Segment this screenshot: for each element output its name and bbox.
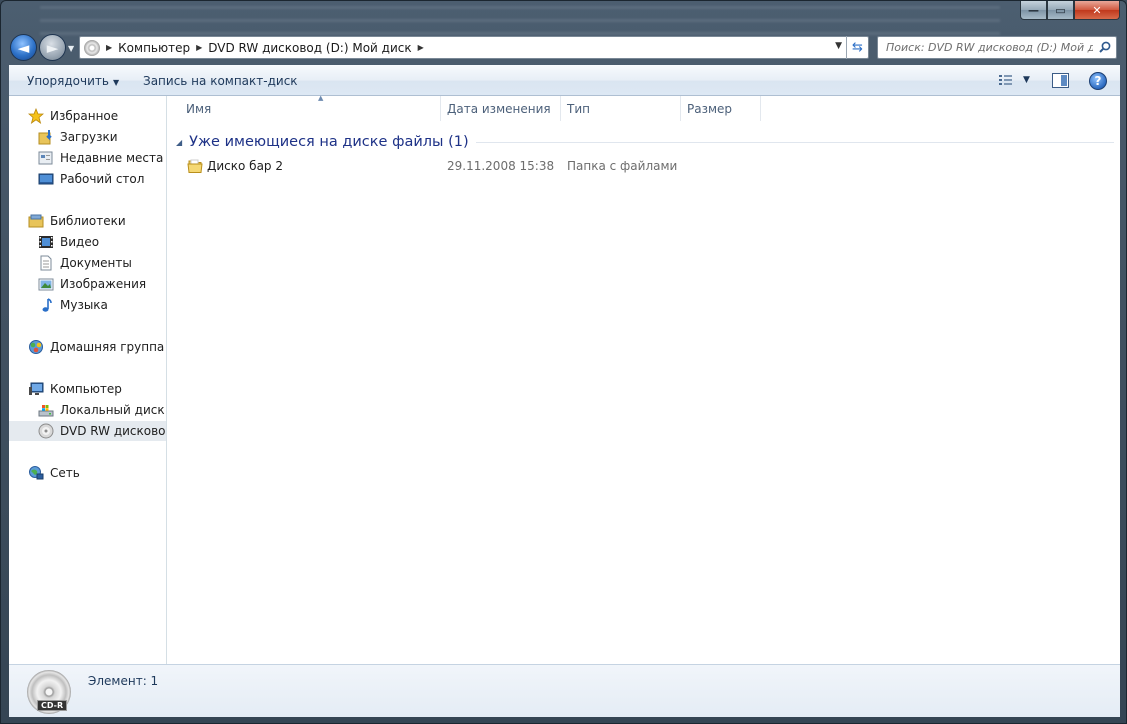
video-icon <box>38 234 54 250</box>
sidebar-item-label: DVD RW дисковод ( <box>60 424 166 438</box>
sidebar-item-homegroup[interactable]: Домашняя группа <box>28 337 164 357</box>
breadcrumb-dvd-drive[interactable]: DVD RW дисковод (D:) Мой диск <box>208 41 411 55</box>
sidebar-item-label: Домашняя группа <box>50 340 165 354</box>
sidebar-item-downloads[interactable]: Загрузки <box>38 127 118 147</box>
close-button[interactable]: ✕ <box>1074 1 1120 20</box>
downloads-folder-icon <box>38 129 54 145</box>
sidebar-item-favorites[interactable]: Избранное <box>28 106 118 126</box>
sidebar-item-local-disk[interactable]: Локальный диск (C <box>38 400 166 420</box>
group-divider <box>475 141 1114 143</box>
recent-pages-dropdown-icon[interactable]: ▼ <box>68 44 74 53</box>
burn-to-disc-button[interactable]: Запись на компакт-диск <box>143 74 298 88</box>
views-dropdown-icon[interactable]: ▼ <box>1023 75 1030 85</box>
refresh-icon[interactable]: ⇆ <box>846 36 868 59</box>
sidebar-item-label: Компьютер <box>50 382 122 396</box>
sidebar-item-label: Изображения <box>60 277 147 291</box>
change-view-icon[interactable] <box>998 74 1014 88</box>
star-icon <box>28 108 44 124</box>
organize-label: Упорядочить <box>27 74 109 88</box>
navigation-pane: Избранное Загрузки Недавние места Рабочи… <box>9 96 167 664</box>
file-list-pane: Имя ▲ Дата изменения Тип Размер ◢ Уже им… <box>168 94 1120 664</box>
sidebar-item-documents[interactable]: Документы <box>38 253 132 273</box>
sidebar-item-desktop[interactable]: Рабочий стол <box>38 169 144 189</box>
chevron-down-icon: ▼ <box>112 78 120 87</box>
search-input[interactable] <box>878 37 1093 58</box>
sidebar-item-pictures[interactable]: Изображения <box>38 274 146 294</box>
command-bar: Упорядочить ▼ Запись на компакт-диск ▼ ? <box>9 65 1120 96</box>
back-button[interactable]: ◄ <box>10 34 37 61</box>
disc-type-badge: CD-R <box>37 700 68 711</box>
libraries-icon <box>28 213 44 229</box>
address-history-dropdown-icon[interactable]: ▼ <box>835 41 842 51</box>
network-icon <box>28 465 44 481</box>
sidebar-item-label: Загрузки <box>60 130 118 144</box>
file-name: Диско бар 2 <box>207 159 283 173</box>
sidebar-item-label: Видео <box>60 235 100 249</box>
sidebar-item-label: Рабочий стол <box>60 172 145 186</box>
music-note-icon <box>38 297 54 313</box>
search-box <box>877 36 1117 59</box>
column-header-modified[interactable]: Дата изменения <box>441 96 561 121</box>
column-header-size[interactable]: Размер <box>681 96 761 121</box>
explorer-window: — ▭ ✕ ◄ ► ▼ ▶ Компьютер ▶ DVD RW дисково… <box>0 0 1127 724</box>
disc-icon <box>84 39 100 56</box>
sidebar-item-label: Локальный диск (C <box>60 403 166 417</box>
document-icon <box>38 255 54 271</box>
help-button[interactable]: ? <box>1089 72 1107 90</box>
chevron-right-icon[interactable]: ▶ <box>106 43 112 52</box>
sidebar-item-computer[interactable]: Компьютер <box>28 379 122 399</box>
sidebar-item-recent-places[interactable]: Недавние места <box>38 148 163 168</box>
search-icon[interactable] <box>1099 41 1111 53</box>
sidebar-item-label: Документы <box>60 256 132 270</box>
column-header-name[interactable]: Имя ▲ <box>180 94 441 121</box>
disc-icon <box>38 423 54 439</box>
column-header-label: Имя <box>186 101 212 116</box>
pictures-icon <box>38 276 54 292</box>
sidebar-item-libraries[interactable]: Библиотеки <box>28 211 126 231</box>
sidebar-item-label: Избранное <box>50 109 119 123</box>
column-header-type[interactable]: Тип <box>561 96 681 121</box>
details-pane: CD-R Элемент: 1 <box>9 664 1120 717</box>
organize-button[interactable]: Упорядочить ▼ <box>27 74 119 88</box>
group-header[interactable]: ◢ Уже имеющиеся на диске файлы (1) <box>176 132 1114 152</box>
folder-icon <box>187 158 203 177</box>
file-type: Папка с файлами <box>567 159 678 173</box>
sidebar-item-network[interactable]: Сеть <box>28 463 80 483</box>
computer-icon <box>28 381 44 397</box>
forward-button[interactable]: ► <box>39 34 66 61</box>
file-modified: 29.11.2008 15:38 <box>447 159 555 173</box>
chevron-right-icon[interactable]: ▶ <box>418 43 424 52</box>
sidebar-item-label: Музыка <box>60 298 108 312</box>
caption-buttons: — ▭ ✕ <box>1020 1 1120 21</box>
file-row[interactable]: Диско бар 2 29.11.2008 15:38 Папка с фай… <box>168 156 1120 176</box>
content-area: Избранное Загрузки Недавние места Рабочи… <box>9 94 1120 664</box>
sort-ascending-icon: ▲ <box>318 94 324 102</box>
collapse-triangle-icon[interactable]: ◢ <box>176 138 182 147</box>
sidebar-item-video[interactable]: Видео <box>38 232 99 252</box>
group-title: Уже имеющиеся на диске файлы (1) <box>189 134 469 150</box>
sidebar-item-label: Недавние места <box>60 151 164 165</box>
maximize-button[interactable]: ▭ <box>1047 1 1074 20</box>
chevron-right-icon[interactable]: ▶ <box>196 43 202 52</box>
sidebar-item-dvd-drive[interactable]: DVD RW дисковод ( <box>9 421 166 441</box>
item-count: Элемент: 1 <box>88 674 159 688</box>
sidebar-item-label: Библиотеки <box>50 214 126 228</box>
minimize-button[interactable]: — <box>1020 1 1047 20</box>
address-bar[interactable]: ▶ Компьютер ▶ DVD RW дисковод (D:) Мой д… <box>79 36 869 59</box>
navigation-bar: ◄ ► ▼ ▶ Компьютер ▶ DVD RW дисковод (D:)… <box>1 29 1126 65</box>
desktop-icon <box>38 171 54 187</box>
sidebar-item-label: Сеть <box>50 466 80 480</box>
preview-pane-icon[interactable] <box>1052 73 1069 88</box>
sidebar-item-music[interactable]: Музыка <box>38 295 108 315</box>
homegroup-icon <box>28 339 44 355</box>
breadcrumb-computer[interactable]: Компьютер <box>118 41 190 55</box>
hard-drive-icon <box>38 402 54 418</box>
recent-places-icon <box>38 150 54 166</box>
